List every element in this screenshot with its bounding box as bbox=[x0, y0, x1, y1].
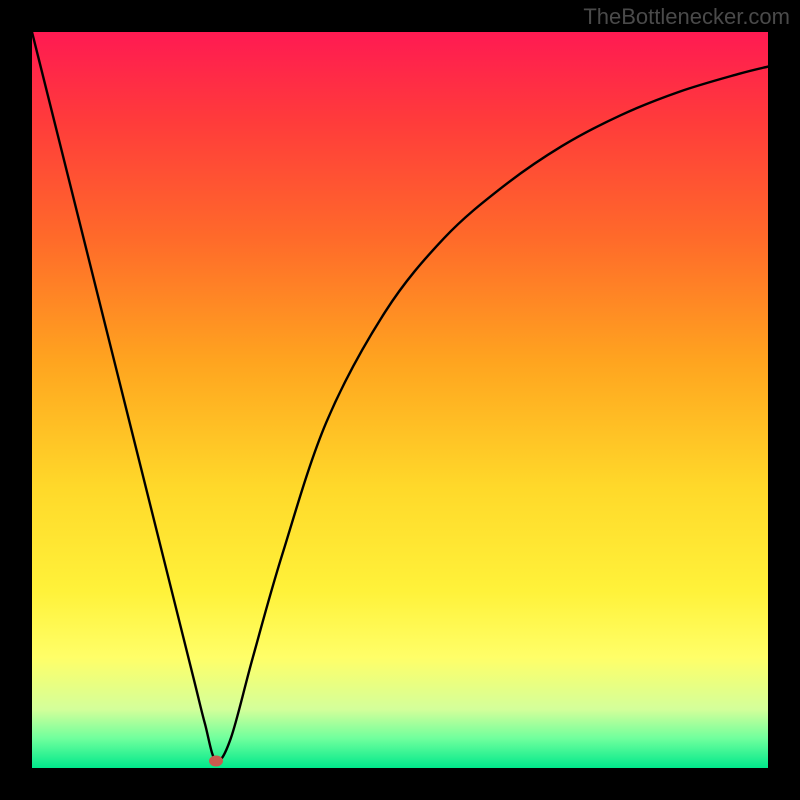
chart-frame: TheBottlenecker.com bbox=[0, 0, 800, 800]
plot-area bbox=[32, 32, 768, 768]
optimal-point-marker bbox=[209, 755, 223, 766]
watermark-text: TheBottlenecker.com bbox=[583, 4, 790, 30]
bottleneck-curve bbox=[32, 32, 768, 768]
